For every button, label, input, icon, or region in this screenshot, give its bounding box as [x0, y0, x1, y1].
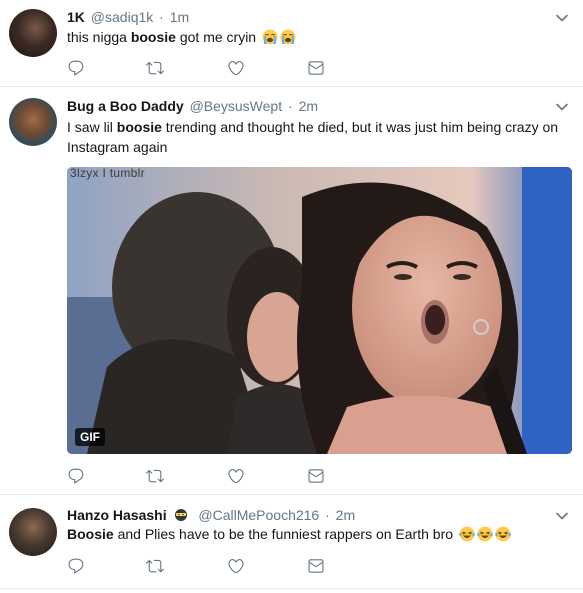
timestamp[interactable]: 1m [170, 9, 189, 25]
face-with-tears-of-joy-icon [477, 526, 493, 542]
separator: · [325, 507, 330, 523]
text-after: and Plies have to be the funniest rapper… [113, 526, 454, 542]
like-button[interactable] [227, 467, 247, 487]
mail-icon [307, 557, 325, 575]
text-before: this nigga [67, 29, 131, 45]
retweet-button[interactable] [146, 467, 166, 487]
gif-frame-image [67, 167, 572, 454]
heart-icon [227, 467, 245, 485]
ninja-icon [175, 509, 188, 521]
username[interactable]: @sadiq1k [91, 9, 153, 25]
tweet[interactable]: Bug a Boo Daddy @BeysusWept · 2m I saw l… [0, 87, 583, 495]
avatar[interactable] [9, 98, 57, 146]
avatar[interactable] [9, 9, 57, 57]
retweet-button[interactable] [146, 557, 166, 577]
reply-icon [67, 59, 85, 77]
tweet[interactable]: Hanzo Hasashi @CallMePooch216 · 2m Boosi… [0, 495, 583, 589]
separator: · [159, 9, 164, 25]
chevron-down-icon[interactable] [555, 509, 569, 523]
direct-message-button[interactable] [307, 59, 327, 79]
reply-button[interactable] [67, 557, 87, 577]
username[interactable]: @CallMePooch216 [198, 507, 319, 523]
timestamp[interactable]: 2m [299, 98, 318, 114]
gif-badge: GIF [75, 428, 105, 446]
retweet-icon [146, 467, 164, 485]
separator: · [288, 98, 293, 114]
like-button[interactable] [227, 557, 247, 577]
tweet-header: 1K @sadiq1k · 1m [67, 8, 189, 26]
tweet-header: Hanzo Hasashi @CallMePooch216 · 2m [67, 506, 355, 524]
direct-message-button[interactable] [307, 557, 327, 577]
chevron-down-icon[interactable] [555, 100, 569, 114]
chevron-down-icon[interactable] [555, 11, 569, 25]
highlighted-keyword: boosie [116, 119, 162, 135]
display-name[interactable]: 1K [67, 9, 85, 25]
highlighted-keyword: boosie [130, 29, 176, 45]
text-before: I saw lil [67, 119, 117, 135]
tweet-text: I saw lil boosie trending and thought he… [67, 117, 567, 157]
like-button[interactable] [227, 59, 247, 79]
retweet-icon [146, 557, 164, 575]
display-name[interactable]: Hanzo Hasashi [67, 507, 167, 523]
mail-icon [307, 467, 325, 485]
reply-button[interactable] [67, 59, 87, 79]
reply-button[interactable] [67, 467, 87, 487]
tweet-text: Boosie and Plies have to be the funniest… [67, 524, 567, 544]
timestamp[interactable]: 2m [336, 507, 355, 523]
text-after: got me cryin [175, 29, 257, 45]
face-with-tears-of-joy-icon [459, 526, 475, 542]
display-name[interactable]: Bug a Boo Daddy [67, 98, 184, 114]
heart-icon [227, 557, 245, 575]
tweet[interactable]: 1K @sadiq1k · 1m this nigga boosie got m… [0, 0, 583, 87]
retweet-icon [146, 59, 164, 77]
gif-media[interactable]: 3lzyx I tumblr GIF [67, 167, 572, 454]
loudly-crying-face-icon [262, 29, 278, 45]
tweet-header: Bug a Boo Daddy @BeysusWept · 2m [67, 97, 318, 115]
avatar[interactable] [9, 508, 57, 556]
highlighted-keyword: Boosie [67, 526, 114, 542]
face-with-tears-of-joy-icon [495, 526, 511, 542]
loudly-crying-face-icon [280, 29, 296, 45]
heart-icon [227, 59, 245, 77]
retweet-button[interactable] [146, 59, 166, 79]
username[interactable]: @BeysusWept [190, 98, 283, 114]
mail-icon [307, 59, 325, 77]
direct-message-button[interactable] [307, 467, 327, 487]
reply-icon [67, 467, 85, 485]
tweet-text: this nigga boosie got me cryin [67, 27, 567, 47]
watermark: 3lzyx I tumblr [70, 167, 145, 180]
reply-icon [67, 557, 85, 575]
